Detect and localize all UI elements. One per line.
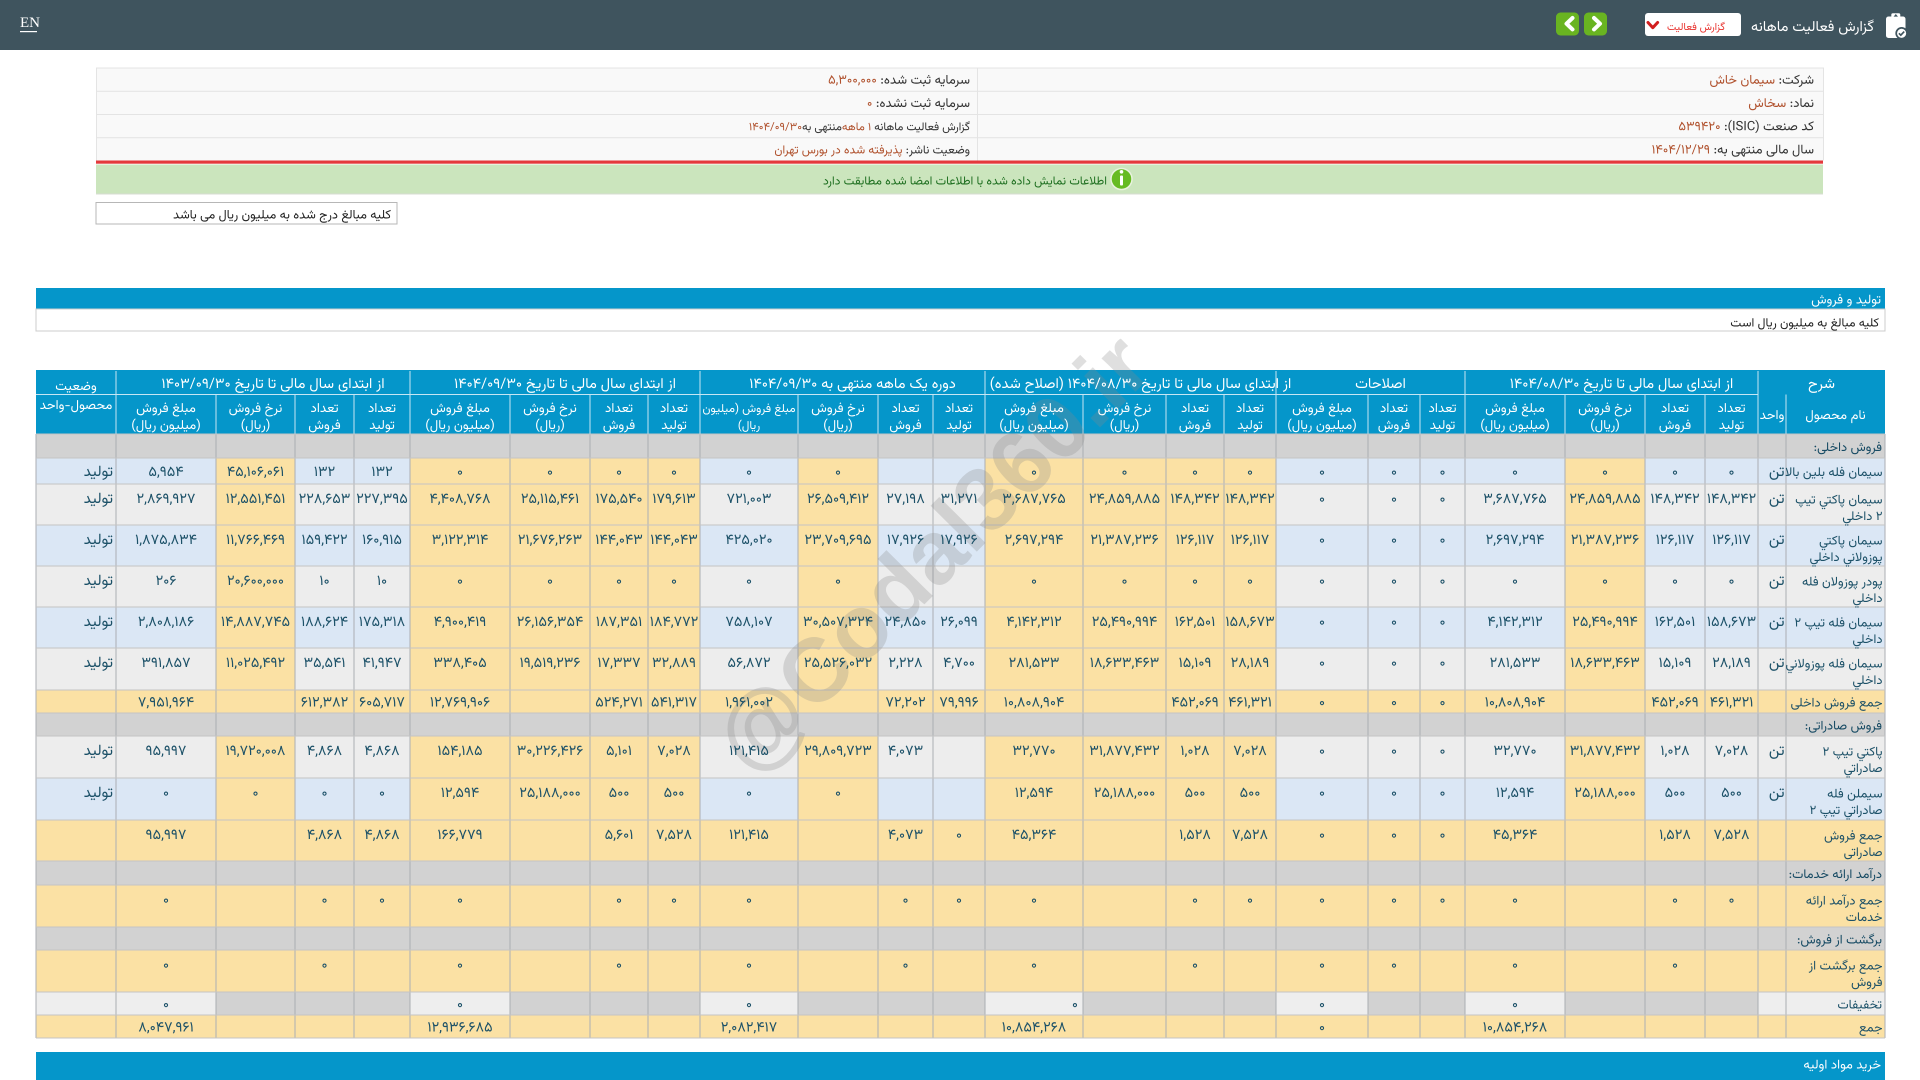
svg-text:EN: EN	[20, 15, 40, 31]
